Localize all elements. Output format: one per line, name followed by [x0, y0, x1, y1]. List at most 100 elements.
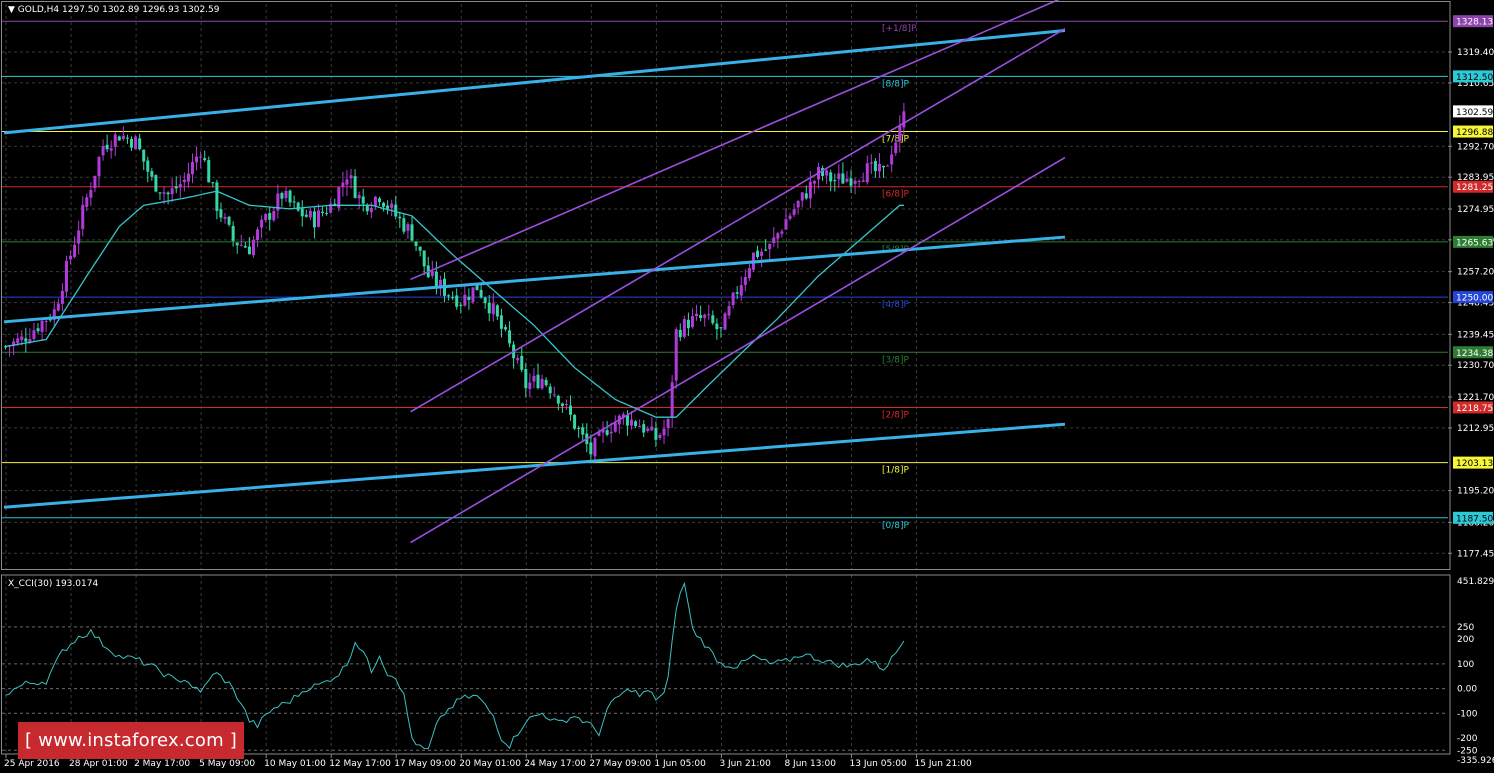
candle-body [707, 314, 711, 316]
time-tick-label: 28 Apr 01:00 [69, 759, 128, 769]
candle-body [207, 159, 211, 183]
cci-title: X_CCI(30) 193.0174 [8, 579, 98, 589]
time-tick-label: 27 May 09:00 [589, 759, 651, 769]
candle-body [341, 182, 345, 187]
candle-body [804, 193, 808, 199]
candle-body [536, 374, 540, 389]
candle-body [780, 231, 784, 234]
candle-body [434, 271, 438, 287]
candle-body [666, 418, 670, 428]
candle-body [321, 211, 325, 214]
candle-body [776, 233, 780, 239]
candle-body [833, 180, 837, 182]
candle-body [491, 303, 495, 315]
candle-body [77, 230, 81, 244]
candle-body [463, 294, 467, 306]
candle-body [479, 289, 483, 298]
instaforex-watermark: [ www.instaforex.com ] [18, 722, 244, 759]
time-tick-label: 8 Jun 13:00 [784, 759, 836, 769]
candle-body [654, 428, 658, 440]
cci-tick-label: -250 [1457, 746, 1478, 756]
time-tick-label: 2 May 17:00 [134, 759, 190, 769]
murrey-level-label: [+1/8]P [882, 24, 917, 34]
candle-body [251, 239, 255, 256]
candle-body [682, 318, 686, 337]
candle-body [195, 156, 199, 163]
murrey-level-label: [6/8]P [882, 190, 910, 200]
cci-tick-label: -100 [1457, 709, 1478, 719]
murrey-level-label: [3/8]P [882, 355, 910, 365]
candle-body [382, 202, 386, 207]
candle-body [215, 182, 219, 211]
candle-body [812, 180, 816, 184]
cci-tick-label: 0.00 [1457, 685, 1477, 695]
header-symbol: GOLD,H4 [18, 5, 60, 15]
candle-body [471, 287, 475, 303]
candle-body [605, 430, 609, 435]
candle-body [650, 426, 654, 431]
candle-body [508, 330, 512, 344]
candle-body [768, 243, 772, 250]
candle-body [772, 237, 776, 243]
time-tick-label: 5 May 09:00 [199, 759, 255, 769]
candle-body [361, 196, 365, 204]
candle-body [24, 338, 28, 342]
candle-body [410, 224, 414, 241]
candle-body [516, 358, 520, 361]
candle-body [130, 138, 134, 148]
price-badge-label: 1218.75 [1456, 404, 1493, 414]
candle-body [609, 431, 613, 434]
candle-body [638, 426, 642, 428]
candle-body [544, 379, 548, 386]
candle-body [882, 165, 886, 168]
candle-body [178, 184, 182, 188]
candle-body [552, 394, 556, 396]
candle-body [117, 136, 121, 141]
candle-body [869, 162, 873, 164]
candle-body [548, 386, 552, 394]
candle-body [577, 428, 581, 430]
candle-body [674, 329, 678, 381]
price-tick-label: 1230.70 [1457, 361, 1494, 371]
candle-body [857, 181, 861, 183]
price-tick-label: 1177.45 [1457, 549, 1494, 559]
candle-body [390, 203, 394, 208]
candle-body [894, 142, 898, 153]
time-tick-label: 24 May 17:00 [524, 759, 586, 769]
candle-body [101, 146, 105, 156]
time-tick-label: 20 May 01:00 [459, 759, 521, 769]
cci-tick-label: -200 [1457, 734, 1478, 744]
price-badge-label: 1234.38 [1456, 349, 1493, 359]
candle-body [573, 414, 577, 429]
candle-body [886, 165, 890, 167]
candle-body [369, 207, 373, 213]
candle-body [292, 201, 296, 203]
candle-body [73, 244, 77, 257]
candle-body [792, 209, 796, 215]
candle-body [125, 137, 129, 139]
candle-body [589, 442, 593, 455]
time-tick-label: 12 May 17:00 [329, 759, 391, 769]
cci-tick-label: 200 [1457, 635, 1474, 645]
candle-body [467, 296, 471, 301]
candle-body [44, 320, 48, 322]
candle-body [690, 316, 694, 328]
candle-body [199, 156, 203, 158]
candle-body [646, 428, 650, 431]
candle-body [455, 295, 459, 307]
candle-body [272, 210, 276, 221]
candle-body [556, 395, 560, 404]
candle-body [162, 192, 166, 194]
candle-body [284, 190, 288, 199]
candle-body [483, 297, 487, 304]
candle-body [902, 111, 906, 128]
candle-body [788, 215, 792, 219]
price-badge-label: 1302.59 [1456, 108, 1493, 118]
time-tick-label: 15 Jun 21:00 [915, 759, 972, 769]
candle-body [186, 173, 190, 182]
candle-body [32, 330, 36, 339]
candle-body [260, 219, 264, 228]
candle-body [808, 181, 812, 199]
candle-body [150, 171, 154, 177]
candle-body [69, 255, 73, 260]
